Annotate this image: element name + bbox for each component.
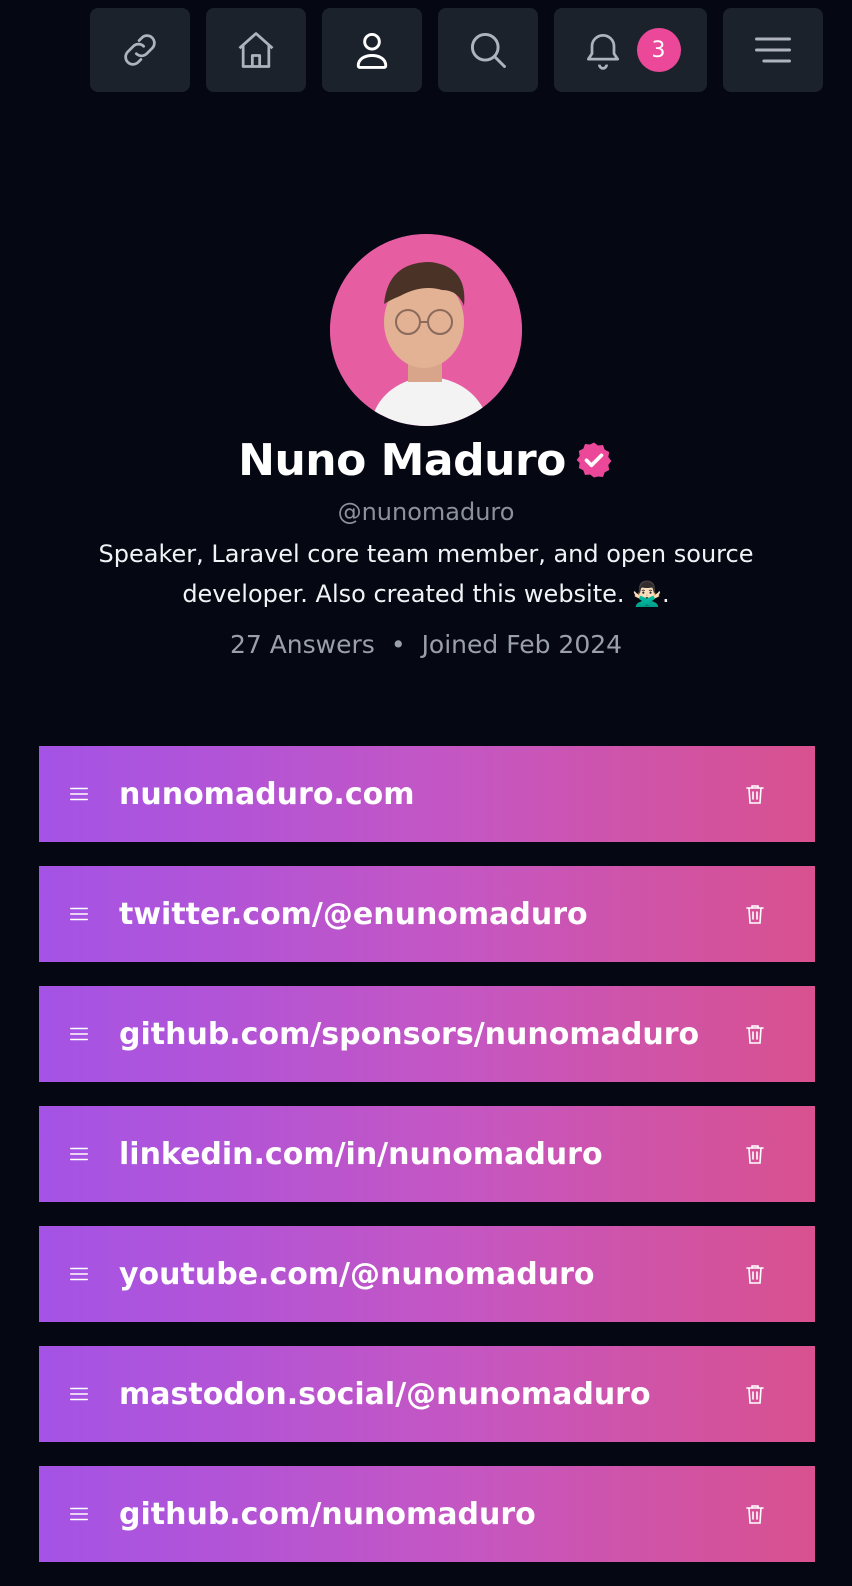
profile-header: Nuno Maduro @nunomaduro Speaker, Laravel…: [0, 234, 852, 659]
verified-badge-icon: [576, 442, 612, 478]
menu-button[interactable]: [723, 8, 823, 92]
link-item[interactable]: linkedin.com/in/nunomaduro: [39, 1106, 815, 1202]
trash-icon[interactable]: [743, 1022, 767, 1046]
link-item[interactable]: nunomaduro.com: [39, 746, 815, 842]
profile-bio: Speaker, Laravel core team member, and o…: [98, 540, 754, 608]
profile-stats: 27 Answers • Joined Feb 2024: [0, 630, 852, 659]
search-button[interactable]: [438, 8, 538, 92]
search-icon: [470, 32, 506, 68]
link-item[interactable]: github.com/nunomaduro: [39, 1466, 815, 1562]
drag-handle[interactable]: [39, 1263, 119, 1285]
trash-icon[interactable]: [743, 1142, 767, 1166]
avatar: [330, 234, 522, 426]
trash-icon[interactable]: [743, 782, 767, 806]
drag-handle[interactable]: [39, 783, 119, 805]
drag-handle-icon: [70, 907, 88, 921]
drag-handle[interactable]: [39, 1383, 119, 1405]
link-label[interactable]: linkedin.com/in/nunomaduro: [119, 1137, 815, 1172]
drag-handle[interactable]: [39, 1143, 119, 1165]
home-icon: [238, 32, 274, 68]
bell-icon: [586, 34, 619, 70]
link-icon: [124, 34, 156, 66]
trash-icon[interactable]: [743, 902, 767, 926]
drag-handle-icon: [70, 1507, 88, 1521]
link-label[interactable]: twitter.com/@enunomaduro: [119, 897, 815, 932]
link-label[interactable]: github.com/sponsors/nunomaduro: [119, 1017, 815, 1052]
profile-name: Nuno Maduro: [238, 434, 566, 486]
link-label[interactable]: github.com/nunomaduro: [119, 1497, 815, 1532]
user-icon: [356, 32, 388, 69]
trash-icon[interactable]: [743, 1382, 767, 1406]
joined-date: Joined Feb 2024: [421, 630, 623, 659]
profile-username: @nunomaduro: [337, 498, 515, 526]
link-label[interactable]: nunomaduro.com: [119, 777, 815, 812]
home-button[interactable]: [206, 8, 306, 92]
links-list: nunomaduro.com twitter.com/@enunomaduro …: [39, 746, 815, 1586]
drag-handle-icon: [70, 787, 88, 801]
profile-button[interactable]: [322, 8, 422, 92]
drag-handle-icon: [70, 1387, 88, 1401]
link-label[interactable]: youtube.com/@nunomaduro: [119, 1257, 815, 1292]
link-item[interactable]: youtube.com/@nunomaduro: [39, 1226, 815, 1322]
answers-count[interactable]: 27 Answers: [230, 630, 375, 659]
trash-icon[interactable]: [743, 1262, 767, 1286]
drag-handle-icon: [70, 1147, 88, 1161]
notifications-button[interactable]: 3: [554, 8, 707, 92]
drag-handle-icon: [70, 1267, 88, 1281]
link-label[interactable]: mastodon.social/@nunomaduro: [119, 1377, 815, 1412]
link-item[interactable]: github.com/sponsors/nunomaduro: [39, 986, 815, 1082]
link-button[interactable]: [90, 8, 190, 92]
stats-separator: •: [390, 630, 406, 659]
trash-icon[interactable]: [743, 1502, 767, 1526]
menu-icon: [755, 37, 791, 63]
link-item[interactable]: twitter.com/@enunomaduro: [39, 866, 815, 962]
name-row: Nuno Maduro: [0, 432, 852, 488]
drag-handle[interactable]: [39, 903, 119, 925]
notification-count-badge: 3: [636, 28, 681, 72]
top-navigation: 3: [0, 8, 852, 92]
drag-handle[interactable]: [39, 1503, 119, 1525]
drag-handle-icon: [70, 1027, 88, 1041]
drag-handle[interactable]: [39, 1023, 119, 1045]
link-item[interactable]: mastodon.social/@nunomaduro: [39, 1346, 815, 1442]
